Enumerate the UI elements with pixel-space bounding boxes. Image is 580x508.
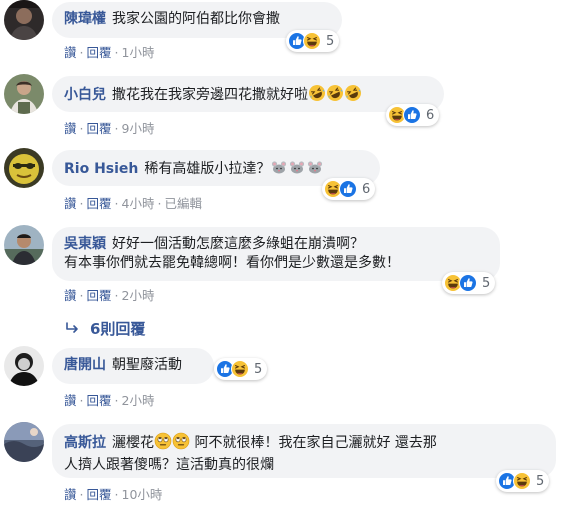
reaction-summary[interactable]: 5: [442, 272, 496, 294]
mouse-emoji: [306, 158, 324, 182]
timestamp[interactable]: 2小時: [122, 393, 155, 408]
reply-link[interactable]: 回覆: [87, 196, 112, 211]
separator: ·: [79, 393, 84, 408]
timestamp[interactable]: 9小時: [122, 121, 155, 136]
comment-text: 撒花我在我家旁邊四花撒就好啦: [112, 87, 308, 103]
timestamp[interactable]: 2小時: [122, 288, 155, 303]
view-replies-link[interactable]: 6則回覆: [66, 318, 145, 339]
like-link[interactable]: 讚: [64, 288, 77, 303]
comment-text-continued: 阿不就很棒！我在家自己灑就好 還去那: [194, 435, 437, 451]
reply-link[interactable]: 回覆: [87, 45, 112, 60]
avatar[interactable]: [4, 0, 44, 40]
like-icon: [403, 106, 421, 124]
eyeroll-emoji: [172, 432, 190, 456]
avatar[interactable]: [4, 422, 44, 462]
comment-bubble: 高斯拉 灑櫻花 阿不就很棒！我在家自己灑就好 還去那 人擠人跟著傻嗎？這活動真的很…: [52, 424, 556, 478]
comment-actions: 讚 · 回覆 · 4小時 · 已編輯: [64, 193, 202, 212]
reaction-summary[interactable]: 5: [214, 358, 268, 380]
separator: ·: [114, 196, 119, 211]
like-link[interactable]: 讚: [64, 196, 77, 211]
comment-author[interactable]: 唐開山: [64, 357, 106, 373]
comment-text-line-2: 人擠人跟著傻嗎？這活動真的很爛: [64, 457, 274, 473]
reply-link[interactable]: 回覆: [87, 487, 112, 502]
separator: ·: [114, 393, 119, 408]
comment-bubble: 吳東穎 好好一個活動怎麼這麼多綠蛆在崩潰啊？ 有本事你們就去罷免韓總啊！看你們是少…: [52, 227, 500, 281]
view-replies-label[interactable]: 6則回覆: [90, 320, 145, 338]
comment-text: 我家公園的阿伯都比你會撒: [112, 11, 280, 27]
reaction-count: 5: [482, 275, 491, 291]
like-link[interactable]: 讚: [64, 487, 77, 502]
comment-text: 好好一個活動怎麼這麼多綠蛆在崩潰啊？: [112, 236, 364, 252]
reaction-summary[interactable]: 5: [496, 470, 550, 492]
haha-icon: [303, 32, 321, 50]
separator: ·: [79, 196, 84, 211]
separator: ·: [79, 487, 84, 502]
timestamp[interactable]: 4小時: [122, 196, 155, 211]
separator: ·: [114, 288, 119, 303]
like-icon: [339, 180, 357, 198]
reaction-count: 5: [254, 361, 263, 377]
reply-link[interactable]: 回覆: [87, 121, 112, 136]
mouse-emoji: [288, 158, 306, 182]
comment-actions: 讚 · 回覆 · 2小時: [64, 390, 154, 409]
rofl-emoji: [308, 84, 326, 108]
comment-author[interactable]: 高斯拉: [64, 435, 106, 451]
like-link[interactable]: 讚: [64, 45, 77, 60]
like-link[interactable]: 讚: [64, 393, 77, 408]
reaction-summary[interactable]: 6: [322, 178, 376, 200]
haha-icon: [231, 360, 249, 378]
comment-text: 灑櫻花: [112, 435, 154, 451]
separator: ·: [114, 487, 119, 502]
timestamp[interactable]: 1小時: [122, 45, 155, 60]
comment-bubble: 唐開山 朝聖廢活動: [52, 348, 214, 384]
separator: ·: [79, 45, 84, 60]
comment-author[interactable]: Rio Hsieh: [64, 161, 138, 177]
comment-text: 稀有高雄版小拉達？: [144, 161, 271, 177]
comment-text-line-2: 有本事你們就去罷免韓總啊！看你們是少數還是多數！: [64, 255, 400, 271]
reply-arrow-icon: [66, 320, 80, 338]
comment-text: 朝聖廢活動: [112, 357, 182, 373]
reaction-count: 6: [426, 107, 435, 123]
separator: ·: [157, 196, 162, 211]
reaction-count: 5: [326, 33, 335, 49]
comment-author[interactable]: 小白兒: [64, 87, 106, 103]
comment-bubble: 小白兒 撒花我在我家旁邊四花撒就好啦: [52, 76, 444, 112]
reaction-summary[interactable]: 5: [286, 30, 340, 52]
separator: ·: [79, 121, 84, 136]
separator: ·: [114, 121, 119, 136]
comment-actions: 讚 · 回覆 · 9小時: [64, 118, 154, 137]
reaction-count: 5: [536, 473, 545, 489]
reaction-count: 6: [362, 181, 371, 197]
reaction-summary[interactable]: 6: [386, 104, 440, 126]
separator: ·: [114, 45, 119, 60]
comment-actions: 讚 · 回覆 · 10小時: [64, 484, 162, 503]
avatar[interactable]: [4, 225, 44, 265]
like-link[interactable]: 讚: [64, 121, 77, 136]
comment-actions: 讚 · 回覆 · 1小時: [64, 42, 154, 61]
avatar[interactable]: [4, 346, 44, 386]
reply-link[interactable]: 回覆: [87, 288, 112, 303]
like-icon: [459, 274, 477, 292]
comment-author[interactable]: 吳東穎: [64, 236, 106, 252]
avatar[interactable]: [4, 148, 44, 188]
separator: ·: [79, 288, 84, 303]
mouse-emoji: [270, 158, 288, 182]
rofl-emoji: [326, 84, 344, 108]
comment-author[interactable]: 陳瑋權: [64, 11, 106, 27]
eyeroll-emoji: [154, 432, 172, 456]
rofl-emoji: [344, 84, 362, 108]
reply-link[interactable]: 回覆: [87, 393, 112, 408]
haha-icon: [513, 472, 531, 490]
edited-label[interactable]: 已編輯: [164, 196, 202, 211]
avatar[interactable]: [4, 74, 44, 114]
comment-actions: 讚 · 回覆 · 2小時: [64, 285, 154, 304]
timestamp[interactable]: 10小時: [122, 487, 163, 502]
